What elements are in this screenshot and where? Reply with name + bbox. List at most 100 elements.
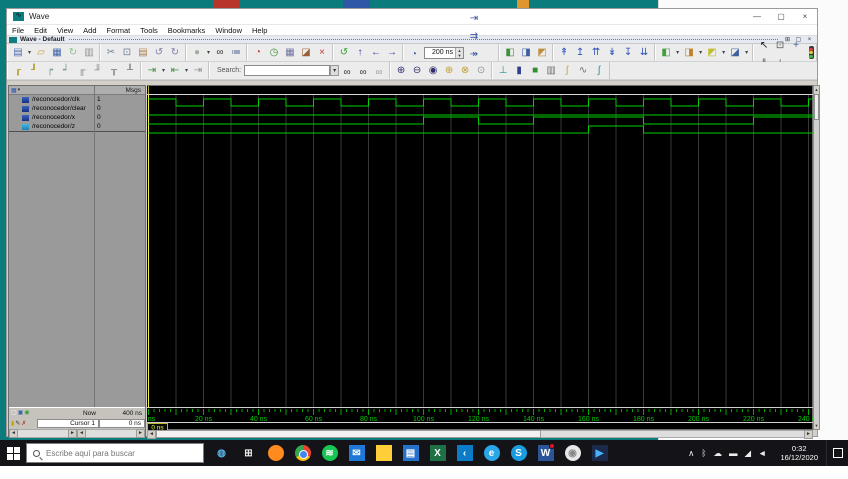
paste-icon[interactable]: ▤ — [136, 46, 151, 60]
add-to-list-dropdown-icon[interactable]: ▾ — [698, 46, 704, 60]
view-analog-icon[interactable]: ▥ — [544, 64, 559, 78]
view-logic-icon[interactable]: ▮ — [512, 64, 527, 78]
add-to-wave-icon[interactable]: ◧ — [659, 46, 674, 60]
add-cursor-icon[interactable]: ⇥ — [145, 64, 160, 78]
stopwatch-icon[interactable]: ◔ — [251, 46, 266, 60]
watch-icon[interactable]: ◪ — [299, 46, 314, 60]
edit-extend-icon[interactable]: ┰ — [107, 64, 122, 78]
run-length-input[interactable]: 200 ns ▴ ▾ — [424, 46, 464, 59]
zoom-others-icon[interactable]: ⊙ — [474, 64, 489, 78]
zoom-cursor-icon[interactable]: ⊕ — [442, 64, 457, 78]
time-expand-icon[interactable]: ▢ — [11, 409, 17, 417]
bluetooth-icon[interactable]: ᛒ — [701, 448, 706, 458]
cursor-delete-icon[interactable]: ✗ — [21, 420, 26, 428]
add-to-list-icon[interactable]: ◨ — [682, 46, 697, 60]
volume-icon[interactable]: ◄ — [758, 448, 766, 458]
restart-icon[interactable]: ↺ — [337, 46, 352, 60]
scroll-right-icon[interactable]: ► — [136, 429, 145, 438]
redo-icon[interactable]: ↻ — [168, 46, 183, 60]
edit-change-icon[interactable]: ┸ — [123, 64, 138, 78]
spotify-icon[interactable]: ≋ — [316, 440, 343, 466]
cursor-lock-icon[interactable]: ▮ — [11, 420, 14, 428]
taskbar-search-input[interactable] — [44, 447, 184, 459]
cut-icon[interactable]: ✂ — [104, 46, 119, 60]
find-prev-icon[interactable]: ∞ — [356, 66, 371, 80]
edge-icon[interactable]: e — [478, 440, 505, 466]
menu-item-format[interactable]: Format — [102, 26, 136, 35]
zoom-out-icon[interactable]: ⊖ — [410, 64, 425, 78]
scroll-left-icon[interactable]: ◄ — [147, 430, 156, 439]
edit-insert-pulse-icon[interactable]: ┎ — [11, 64, 26, 78]
minimize-button[interactable]: — — [745, 9, 769, 24]
firefox-icon[interactable] — [262, 440, 289, 466]
menu-item-tools[interactable]: Tools — [135, 26, 163, 35]
signal-row-clear[interactable]: /reconocedor/clear 0 — [9, 104, 145, 113]
expand-down-icon[interactable]: ↡ — [605, 46, 620, 60]
title-bar[interactable]: ∿ Wave — ▢ × — [7, 9, 817, 25]
task-view-icon[interactable]: ⊞ — [235, 440, 262, 466]
add-to-wave-dropdown-icon[interactable]: ▾ — [675, 46, 681, 60]
menu-item-window[interactable]: Window — [210, 26, 247, 35]
sim-clock-icon[interactable]: ◷ — [267, 46, 282, 60]
traffic-light-icon[interactable] — [808, 46, 814, 59]
lock-cursor-icon[interactable]: ⇥ — [191, 64, 206, 78]
zoom-range-icon[interactable]: ⊗ — [458, 64, 473, 78]
continue-run-icon[interactable]: ⇉ — [467, 30, 482, 44]
back-icon[interactable]: ← — [369, 46, 384, 60]
tray-chevron-icon[interactable]: ∧ — [688, 448, 694, 459]
scroll-left-icon[interactable]: ◄ — [9, 429, 18, 438]
pan-mode-icon[interactable]: + — [789, 39, 804, 53]
copy-icon[interactable]: ⊡ — [120, 46, 135, 60]
forward-icon[interactable]: → — [385, 46, 400, 60]
move-to-bottom-icon[interactable]: ↧ — [621, 46, 636, 60]
vscode-icon[interactable]: ‹ — [451, 440, 478, 466]
undo-icon[interactable]: ↺ — [152, 46, 167, 60]
search-dropdown-icon[interactable]: ▾ — [330, 65, 340, 76]
edit-delete-edge-icon[interactable]: ┚ — [27, 64, 42, 78]
save-icon[interactable]: ▦ — [50, 46, 65, 60]
taskbar-search[interactable] — [26, 443, 204, 463]
follow-icon[interactable]: ● — [190, 46, 205, 60]
scroll-right-icon[interactable]: ► — [68, 429, 77, 438]
start-button[interactable] — [0, 440, 26, 466]
find-icon[interactable]: ∞ — [213, 46, 228, 60]
file-explorer-icon[interactable] — [370, 440, 397, 466]
video-app-icon[interactable]: ▶ — [586, 440, 613, 466]
scroll-up-icon[interactable]: ⇈ — [589, 46, 604, 60]
skype-icon[interactable]: S — [505, 440, 532, 466]
edit-invert-icon[interactable]: ┍ — [43, 64, 58, 78]
menu-item-file[interactable]: File — [7, 26, 29, 35]
time-lock-icon[interactable]: ◉ — [24, 409, 29, 417]
step-up-icon[interactable]: ↑ — [353, 46, 368, 60]
remove-cursor-dropdown-icon[interactable]: ▾ — [184, 64, 190, 78]
column-divider[interactable] — [94, 86, 95, 429]
add-to-log-icon[interactable]: ◩ — [705, 46, 720, 60]
scroll-down-icon[interactable]: ⇊ — [637, 46, 652, 60]
cursor-edit-icon[interactable]: ✎ — [15, 420, 20, 428]
delete-icon[interactable]: × — [315, 46, 330, 60]
panel-dropdown-icon[interactable]: ▾ — [18, 87, 21, 93]
zoom-full-icon[interactable]: ◉ — [426, 64, 441, 78]
find-options-icon[interactable]: ∞ — [372, 66, 387, 80]
update-icon[interactable]: ◩ — [535, 46, 550, 60]
scroll-left-icon[interactable]: ◄ — [77, 429, 86, 438]
memory-icon[interactable]: ▦ — [283, 46, 298, 60]
menu-item-view[interactable]: View — [52, 26, 78, 35]
time-collapse-icon[interactable]: ▣ — [18, 409, 24, 417]
add-to-dataflow-dropdown-icon[interactable]: ▾ — [744, 46, 750, 60]
close-button[interactable]: × — [793, 9, 817, 24]
add-to-log-dropdown-icon[interactable]: ▾ — [721, 46, 727, 60]
signal-row-x[interactable]: /reconocedor/x 0 — [9, 113, 145, 122]
find-next-icon[interactable]: ∞ — [340, 66, 355, 80]
remove-cursor-icon[interactable]: ⇤ — [168, 64, 183, 78]
signal-row-clk[interactable]: /reconocedor/clk 1 — [9, 95, 145, 104]
vertical-scroll-thumb[interactable] — [814, 94, 819, 120]
menu-item-help[interactable]: Help — [247, 26, 272, 35]
menu-item-edit[interactable]: Edit — [29, 26, 52, 35]
edit-mirror-icon[interactable]: ┙ — [59, 64, 74, 78]
maximize-button[interactable]: ▢ — [769, 9, 793, 24]
signal-panel-header[interactable]: ▦ ▾ Msgs — [9, 86, 145, 95]
mail-icon[interactable]: ✉ — [343, 440, 370, 466]
add-to-dataflow-icon[interactable]: ◪ — [728, 46, 743, 60]
zoom-mode-icon[interactable]: ⊡ — [773, 39, 788, 53]
